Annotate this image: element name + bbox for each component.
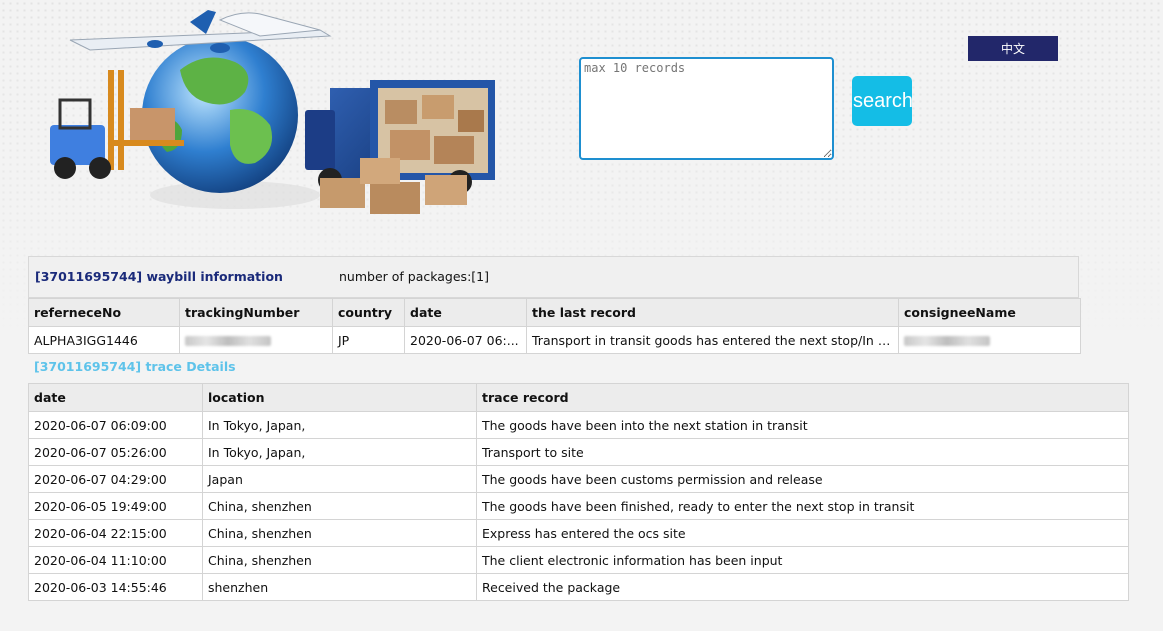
col-country: country [332, 298, 405, 327]
table-row: 2020-06-07 06:09:00 In Tokyo, Japan, The… [28, 411, 1129, 439]
last-record-cell: Transport in transit goods has entered t… [526, 326, 899, 354]
trace-table: date location trace record 2020-06-07 06… [28, 383, 1129, 601]
col-date: date [404, 298, 527, 327]
waybill-info-header: [37011695744] waybill information number… [28, 256, 1079, 298]
trace-location-cell: Japan [202, 465, 477, 493]
table-row: 2020-06-04 11:10:00 China, shenzhen The … [28, 546, 1129, 574]
trace-date-cell: 2020-06-04 22:15:00 [28, 519, 203, 547]
col-consignee-name: consigneeName [898, 298, 1081, 327]
package-count: number of packages:[1] [339, 269, 489, 284]
trace-location-cell: shenzhen [202, 573, 477, 601]
table-row: 2020-06-07 05:26:00 In Tokyo, Japan, Tra… [28, 438, 1129, 466]
trace-record-cell: The goods have been into the next statio… [476, 411, 1129, 439]
waybill-title: [37011695744] waybill information [35, 269, 283, 284]
trace-date-cell: 2020-06-03 14:55:46 [28, 573, 203, 601]
consignee-name-cell [898, 326, 1081, 354]
trace-location-cell: China, shenzhen [202, 546, 477, 574]
trace-header-row: date location trace record [28, 383, 1129, 412]
tracking-number-cell [179, 326, 333, 354]
table-row: ALPHA3IGG1446 JP 2020-06-07 06:... Trans… [28, 326, 1081, 354]
trace-date-cell: 2020-06-04 11:10:00 [28, 546, 203, 574]
table-row: 2020-06-05 19:49:00 China, shenzhen The … [28, 492, 1129, 520]
date-cell: 2020-06-07 06:... [404, 326, 527, 354]
trace-record-cell: Received the package [476, 573, 1129, 601]
col-trace-record: trace record [476, 383, 1129, 412]
trace-date-cell: 2020-06-07 06:09:00 [28, 411, 203, 439]
reference-no-cell: ALPHA3IGG1446 [28, 326, 180, 354]
col-trace-date: date [28, 383, 203, 412]
country-cell: JP [332, 326, 405, 354]
redacted-consignee-name [904, 336, 990, 346]
waybill-header-row: referneceNo trackingNumber country date … [28, 298, 1081, 327]
trace-record-cell: The goods have been customs permission a… [476, 465, 1129, 493]
table-row: 2020-06-04 22:15:00 China, shenzhen Expr… [28, 519, 1129, 547]
language-switch-button[interactable]: 中文 [968, 36, 1058, 61]
trace-location-cell: China, shenzhen [202, 492, 477, 520]
trace-record-cell: Transport to site [476, 438, 1129, 466]
col-trace-location: location [202, 383, 477, 412]
table-row: 2020-06-07 04:29:00 Japan The goods have… [28, 465, 1129, 493]
tracking-numbers-textarea[interactable] [579, 57, 834, 160]
trace-location-cell: China, shenzhen [202, 519, 477, 547]
redacted-tracking-number [185, 336, 271, 346]
trace-date-cell: 2020-06-07 04:29:00 [28, 465, 203, 493]
waybill-table: referneceNo trackingNumber country date … [28, 298, 1081, 354]
search-button[interactable]: search [852, 76, 912, 126]
trace-date-cell: 2020-06-05 19:49:00 [28, 492, 203, 520]
col-last-record: the last record [526, 298, 899, 327]
table-row: 2020-06-03 14:55:46 shenzhen Received th… [28, 573, 1129, 601]
col-tracking-number: trackingNumber [179, 298, 333, 327]
trace-record-cell: The goods have been finished, ready to e… [476, 492, 1129, 520]
trace-date-cell: 2020-06-07 05:26:00 [28, 438, 203, 466]
trace-location-cell: In Tokyo, Japan, [202, 438, 477, 466]
trace-record-cell: Express has entered the ocs site [476, 519, 1129, 547]
col-reference-no: referneceNo [28, 298, 180, 327]
trace-location-cell: In Tokyo, Japan, [202, 411, 477, 439]
trace-record-cell: The client electronic information has be… [476, 546, 1129, 574]
trace-details-title: [37011695744] trace Details [34, 359, 236, 374]
logistics-banner-image [50, 10, 495, 214]
